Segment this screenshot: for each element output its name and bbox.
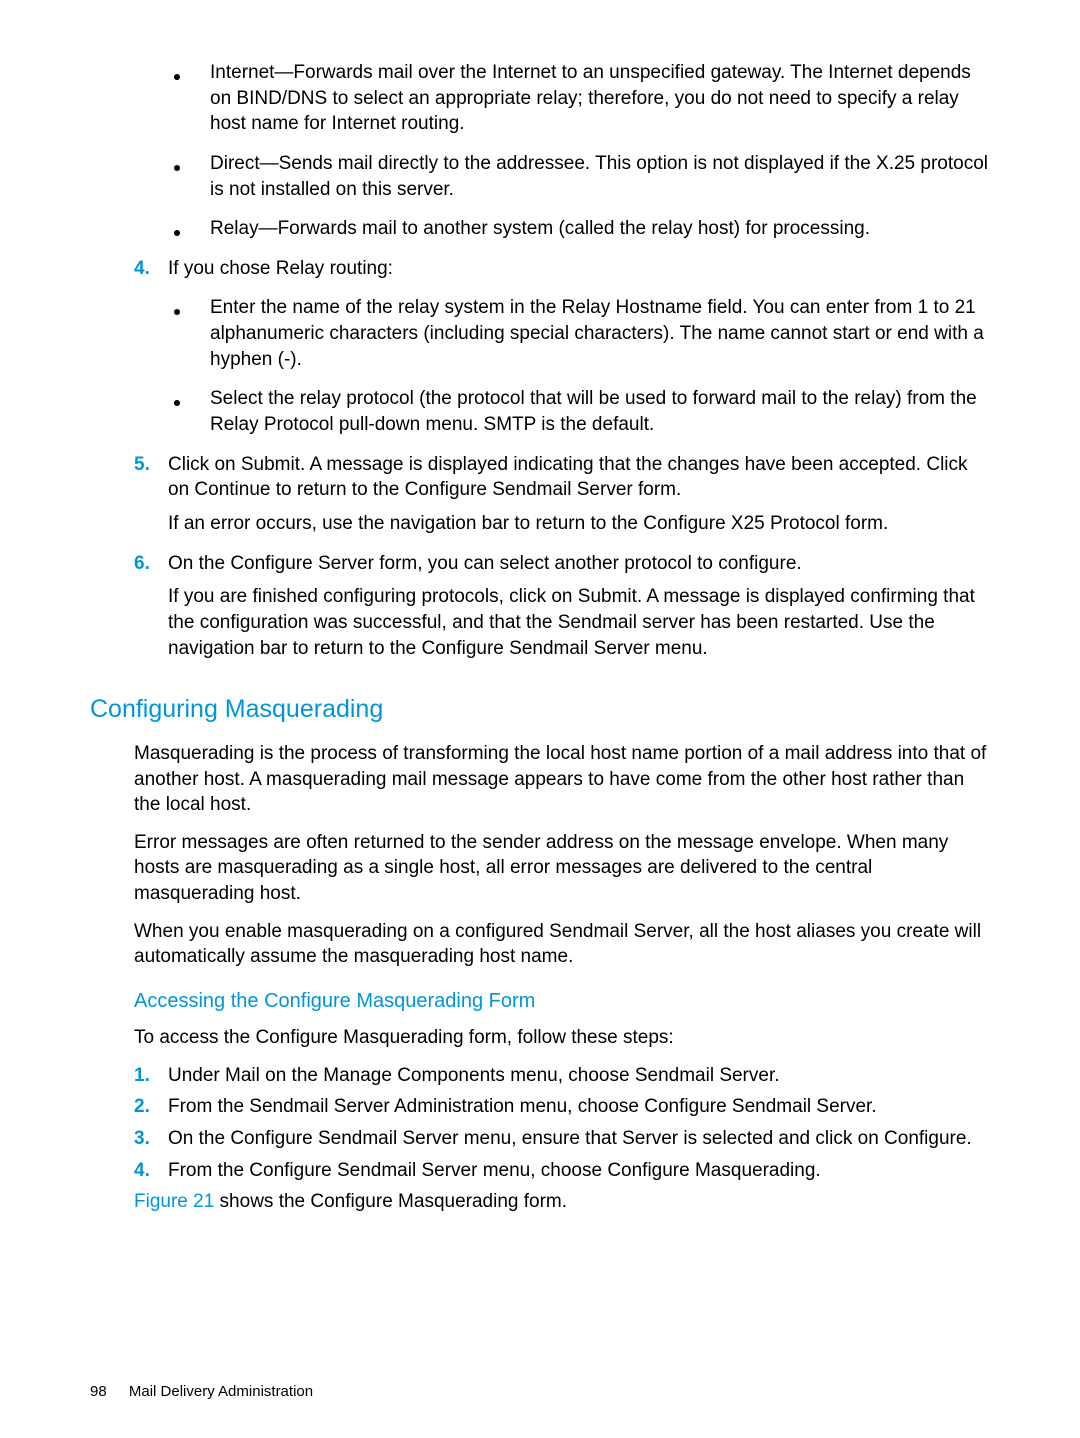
figure-reference-line: Figure 21 shows the Configure Masqueradi… [134,1189,990,1215]
bullet-text: Select the relay protocol (the protocol … [210,386,990,437]
step-number: 5. [134,452,168,545]
step-1: 1. Under Mail on the Manage Components m… [134,1063,990,1089]
bullet-icon [168,60,210,137]
step-text: From the Configure Sendmail Server menu,… [168,1158,990,1184]
bullet-text: Direct—Sends mail directly to the addres… [210,151,990,202]
figure-reference-tail: shows the Configure Masquerading form. [214,1191,567,1212]
step-lead: If you chose Relay routing: [168,256,990,282]
bullet-text: Enter the name of the relay system in th… [210,295,990,372]
step-paragraph: If an error occurs, use the navigation b… [168,511,990,537]
step-text: On the Configure Sendmail Server menu, e… [168,1126,990,1152]
step-text: On the Configure Server form, you can se… [168,551,990,670]
step-paragraph: Click on Submit. A message is displayed … [168,452,990,503]
step-paragraph: On the Configure Server form, you can se… [168,551,990,577]
list-item: Direct—Sends mail directly to the addres… [168,151,990,202]
step-paragraph: If you are finished configuring protocol… [168,584,990,661]
step-number: 4. [134,1158,168,1184]
step-5: 5. Click on Submit. A message is display… [134,452,990,545]
page-number: 98 [90,1383,107,1400]
bullet-icon [168,216,210,242]
list-item: Enter the name of the relay system in th… [168,295,990,372]
list-item: Relay—Forwards mail to another system (c… [168,216,990,242]
bullet-text: Relay—Forwards mail to another system (c… [210,216,990,242]
step-text: If you chose Relay routing: [168,256,990,290]
step-number: 6. [134,551,168,670]
page-footer: 98 Mail Delivery Administration [90,1383,313,1400]
figure-reference: Figure 21 [134,1191,214,1212]
bullet-icon [168,386,210,437]
step-text: From the Sendmail Server Administration … [168,1094,990,1120]
step-number: 1. [134,1063,168,1089]
body-paragraph: Error messages are often returned to the… [134,830,990,907]
step-2: 2. From the Sendmail Server Administrati… [134,1094,990,1120]
bullet-icon [168,151,210,202]
bullet-text: Internet—Forwards mail over the Internet… [210,60,990,137]
bullet-icon [168,295,210,372]
step-number: 4. [134,256,168,290]
body-paragraph: When you enable masquerading on a config… [134,919,990,970]
body-paragraph: Masquerading is the process of transform… [134,741,990,818]
body-paragraph: To access the Configure Masquerading for… [134,1025,990,1051]
step-4: 4. If you chose Relay routing: [134,256,990,290]
chapter-title: Mail Delivery Administration [129,1383,313,1400]
step-3: 3. On the Configure Sendmail Server menu… [134,1126,990,1152]
list-item: Select the relay protocol (the protocol … [168,386,990,437]
subsection-heading-access-form: Accessing the Configure Masquerading For… [134,988,990,1015]
step-6: 6. On the Configure Server form, you can… [134,551,990,670]
step-number: 3. [134,1126,168,1152]
step-text: Under Mail on the Manage Components menu… [168,1063,990,1089]
step-number: 2. [134,1094,168,1120]
list-item: Internet—Forwards mail over the Internet… [168,60,990,137]
section-heading-masquerading: Configuring Masquerading [90,693,990,727]
step-text: Click on Submit. A message is displayed … [168,452,990,545]
step-4b: 4. From the Configure Sendmail Server me… [134,1158,990,1184]
